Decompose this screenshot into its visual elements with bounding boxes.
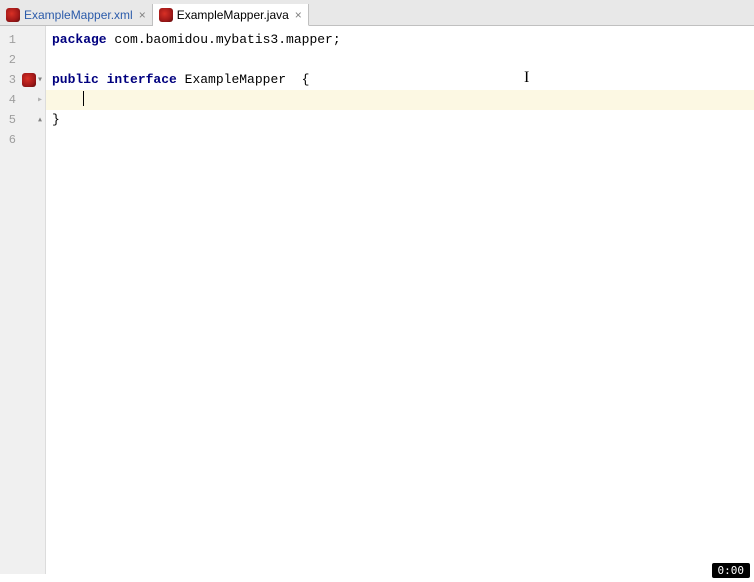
package-path: com.baomidou.mybatis3.mapper; <box>107 32 341 47</box>
code-editor[interactable]: package com.baomidou.mybatis3.mapper; pu… <box>46 26 754 574</box>
keyword-package: package <box>52 32 107 47</box>
text-caret <box>83 91 84 106</box>
line-number: 5 <box>6 113 16 127</box>
class-declaration: ExampleMapper { <box>177 72 310 87</box>
fold-collapse-icon[interactable]: ▸ <box>37 94 43 106</box>
close-icon[interactable]: × <box>139 9 146 21</box>
gutter-line[interactable]: 2 <box>0 50 45 70</box>
line-number: 1 <box>6 33 16 47</box>
gutter-line[interactable]: 4 ▸ <box>0 90 45 110</box>
code-line[interactable] <box>46 50 754 70</box>
editor-area: 1 2 3 ▾ 4 ▸ 5 ▴ 6 package com.baomidou.m… <box>0 26 754 574</box>
line-number: 3 <box>6 73 16 87</box>
timer-value: 0:00 <box>718 564 745 577</box>
line-number: 2 <box>6 53 16 67</box>
gutter-line[interactable]: 6 <box>0 130 45 150</box>
mybatis-file-icon <box>159 8 173 22</box>
code-line[interactable]: package com.baomidou.mybatis3.mapper; <box>46 30 754 50</box>
tab-example-mapper-java[interactable]: ExampleMapper.java × <box>153 4 309 26</box>
tab-example-mapper-xml[interactable]: ExampleMapper.xml × <box>0 4 153 25</box>
keyword-public: public <box>52 72 99 87</box>
gutter-line[interactable]: 1 <box>0 30 45 50</box>
keyword-interface: interface <box>107 72 177 87</box>
gutter-line[interactable]: 3 ▾ <box>0 70 45 90</box>
mybatis-file-icon <box>6 8 20 22</box>
editor-tab-bar: ExampleMapper.xml × ExampleMapper.java × <box>0 4 754 26</box>
code-line-current[interactable] <box>46 90 754 110</box>
line-number: 4 <box>6 93 16 107</box>
close-icon[interactable]: × <box>295 9 302 21</box>
status-timer[interactable]: 0:00 <box>712 563 751 578</box>
tab-label: ExampleMapper.java <box>177 8 289 22</box>
gutter-line[interactable]: 5 ▴ <box>0 110 45 130</box>
fold-end-icon[interactable]: ▴ <box>37 114 43 126</box>
code-line[interactable]: public interface ExampleMapper { <box>46 70 754 90</box>
tab-label: ExampleMapper.xml <box>24 8 133 22</box>
line-number: 6 <box>6 133 16 147</box>
mybatis-mapper-icon[interactable] <box>22 73 36 87</box>
closing-brace: } <box>52 112 60 127</box>
code-line[interactable] <box>46 130 754 150</box>
code-line[interactable]: } <box>46 110 754 130</box>
fold-expand-icon[interactable]: ▾ <box>37 74 43 86</box>
gutter[interactable]: 1 2 3 ▾ 4 ▸ 5 ▴ 6 <box>0 26 46 574</box>
